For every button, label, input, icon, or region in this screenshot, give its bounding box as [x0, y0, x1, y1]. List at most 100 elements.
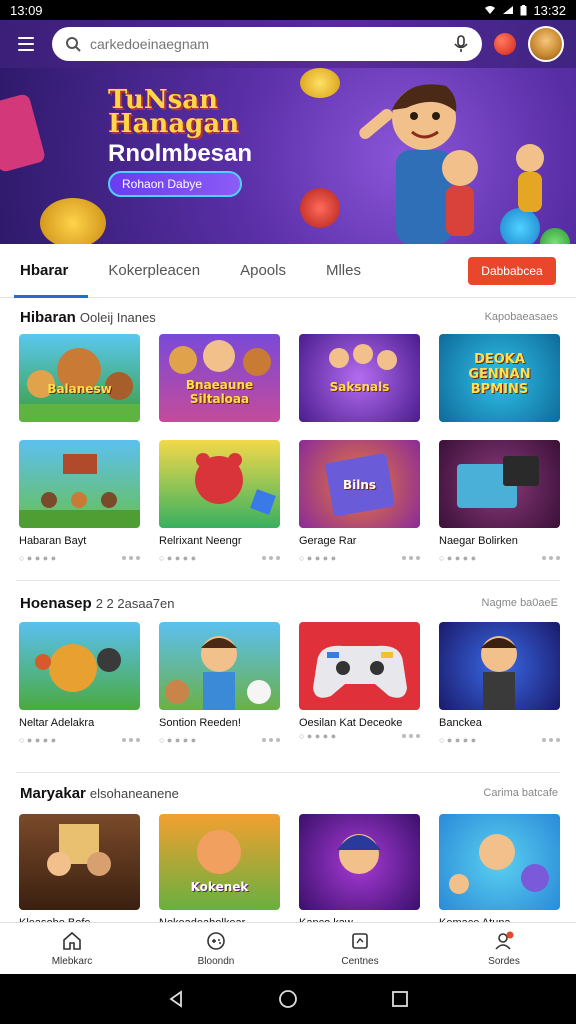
nav-label: Sordes — [488, 956, 520, 967]
game-title: Gerage Rar — [299, 535, 357, 547]
game-thumbnail: Balanesw — [19, 334, 140, 422]
back-icon[interactable] — [165, 988, 187, 1010]
game-thumbnail: Kokenek — [159, 814, 280, 910]
search-bar[interactable] — [52, 27, 482, 61]
nav-item-games[interactable]: Bloondn — [144, 923, 288, 974]
avatar[interactable] — [528, 26, 564, 62]
tab-apools[interactable]: Apools — [220, 244, 306, 298]
game-card[interactable]: Oesilan Kat Deceoke ○ ● ● ● ● — [299, 622, 420, 741]
thumb-text: Saksnals — [329, 380, 390, 394]
game-title: Neltar Adelakra — [19, 717, 95, 729]
more-options-icon[interactable] — [542, 556, 560, 560]
signal-icon — [503, 6, 514, 14]
game-meta: ○ ● ● ● ● — [299, 731, 420, 741]
village-illustration — [19, 454, 140, 528]
boy-illustration — [481, 636, 517, 710]
game-card[interactable]: Banckea ○ ● ● ● ● — [439, 622, 560, 745]
game-card[interactable]: Kanco kaw — [299, 814, 420, 929]
tab-mlles[interactable]: Mlles — [306, 244, 381, 298]
rating-text: ○ ● ● ● ● — [439, 735, 477, 745]
action-button[interactable]: Dabbabcea — [468, 257, 556, 285]
section-header: Hibaran Ooleij Inanes Kapobaeasaes — [20, 306, 558, 328]
rating-text: ○ ● ● ● ● — [159, 735, 197, 745]
tab-hbarar[interactable]: Hbarar — [0, 244, 89, 298]
game-title: Habaran Bayt — [19, 535, 87, 547]
character-illustration — [197, 830, 241, 874]
game-card[interactable]: Kleasoho Bofe — [19, 814, 140, 929]
bottom-navigation: Mlebkarc Bloondn Centnes Sordes — [0, 922, 576, 974]
section-more-link[interactable]: Kapobaeasaes — [485, 311, 558, 323]
status-icons: 13:32 — [484, 3, 566, 18]
more-options-icon[interactable] — [262, 556, 280, 560]
rating-text: ○ ● ● ● ● — [299, 553, 337, 563]
thumb-text: Kokenek — [190, 880, 249, 894]
notification-badge-icon[interactable] — [494, 33, 516, 55]
more-options-icon[interactable] — [542, 738, 560, 742]
section-more-link[interactable]: Nagme ba0aeE — [482, 597, 558, 609]
section-title: Hibaran Ooleij Inanes — [20, 308, 156, 326]
game-card[interactable]: Bnaeaune Siltaloaa — [159, 334, 280, 422]
nav-item-home[interactable]: Mlebkarc — [0, 923, 144, 974]
more-options-icon[interactable] — [402, 556, 420, 560]
category-tabs: Hbarar Kokerpleacen Apools Mlles Dabbabc… — [0, 244, 576, 298]
status-bar: 13:09 13:32 — [0, 0, 576, 20]
tab-kokerpleacen[interactable]: Kokerpleacen — [88, 244, 220, 298]
hero-decoration — [300, 188, 340, 228]
nav-item-content[interactable]: Centnes — [288, 923, 432, 974]
game-card[interactable]: Saksnals — [299, 334, 420, 422]
rating-text: ○ ● ● ● ● — [19, 553, 57, 563]
thumb-text: DEOKA GENNAN BPMINS — [468, 352, 531, 397]
section-header: Hoenasep 2 2 2asaa7en Nagme ba0aeE — [20, 592, 558, 614]
game-card[interactable]: Habaran Bayt ○ ● ● ● ● — [19, 440, 140, 563]
rating-text: ○ ● ● ● ● — [299, 731, 337, 741]
game-thumbnail — [19, 440, 140, 528]
menu-button[interactable] — [12, 30, 40, 58]
section-more-link[interactable]: Carima batcafe — [483, 787, 558, 799]
wifi-icon — [485, 6, 496, 14]
game-thumbnail — [19, 622, 140, 710]
game-thumbnail — [439, 814, 560, 910]
game-card[interactable]: Kemace Atuna — [439, 814, 560, 929]
kids-illustration — [165, 636, 271, 710]
hero-side-characters — [442, 144, 544, 236]
status-time: 13:09 — [10, 2, 43, 18]
thumb-text: Balanesw — [47, 382, 112, 396]
more-options-icon[interactable] — [402, 734, 420, 738]
game-thumbnail — [19, 814, 140, 910]
search-input[interactable] — [90, 36, 444, 52]
battery-icon — [520, 4, 527, 15]
home-circle-icon[interactable] — [277, 988, 299, 1010]
game-card[interactable]: Relrixant Neengr ○ ● ● ● ● — [159, 440, 280, 563]
more-options-icon[interactable] — [122, 738, 140, 742]
game-meta: ○ ● ● ● ● — [159, 735, 280, 745]
recents-icon[interactable] — [389, 988, 411, 1010]
profile-icon — [495, 931, 514, 950]
game-card[interactable]: Bilns Gerage Rar ○ ● ● ● ● — [299, 440, 420, 563]
game-meta: ○ ● ● ● ● — [159, 553, 280, 563]
section-divider — [16, 772, 560, 773]
more-options-icon[interactable] — [122, 556, 140, 560]
section-title: Hoenasep 2 2 2asaa7en — [20, 594, 175, 612]
game-card[interactable]: Sontion Reeden! ○ ● ● ● ● — [159, 622, 280, 745]
game-card[interactable]: Naegar Bolirken ○ ● ● ● ● — [439, 440, 560, 563]
nav-item-profile[interactable]: Sordes — [432, 923, 576, 974]
rating-text: ○ ● ● ● ● — [439, 553, 477, 563]
more-options-icon[interactable] — [262, 738, 280, 742]
controller-illustration — [313, 645, 407, 698]
game-card[interactable]: Kokenek Nokeadeaholkear — [159, 814, 280, 929]
game-card[interactable]: DEOKA GENNAN BPMINS — [439, 334, 560, 422]
microphone-icon[interactable] — [452, 35, 470, 53]
game-card[interactable]: Balanesw — [19, 334, 140, 422]
section-hoenasep: Hoenasep 2 2 2asaa7en Nagme ba0aeE Neltar… — [0, 592, 576, 762]
section-subtitle: 2 2 2asaa7en — [95, 595, 175, 611]
section-maryakar: Maryakarelsohaneanene Carima batcafe Kle… — [0, 782, 576, 929]
hero-banner[interactable]: TuNsan Hanagan Rnolmbesan Rohaon Dabye — [0, 68, 576, 244]
hero-decoration — [0, 92, 47, 174]
hero-cta-button[interactable]: Rohaon Dabye — [108, 171, 242, 197]
game-card[interactable]: Neltar Adelakra ○ ● ● ● ● — [19, 622, 140, 745]
tablet-icon — [352, 933, 368, 949]
girl-illustration — [337, 834, 381, 874]
game-thumbnail — [159, 622, 280, 710]
hero-coin-decoration — [300, 68, 340, 98]
system-navigation-bar — [0, 974, 576, 1024]
